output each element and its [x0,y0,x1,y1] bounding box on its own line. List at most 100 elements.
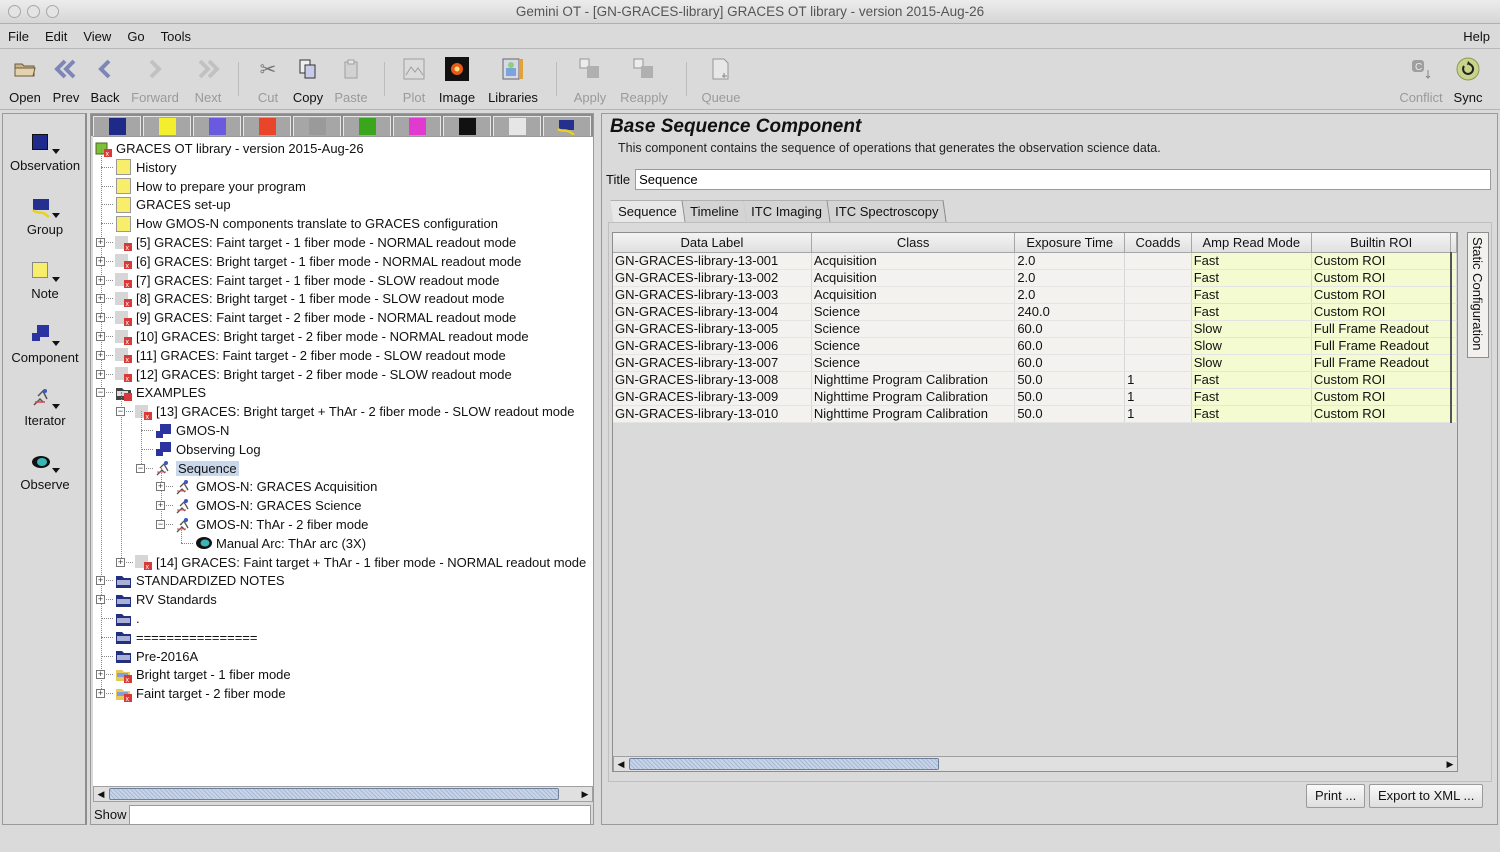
menu-tools[interactable]: Tools [153,29,199,44]
tree-sequence[interactable]: Sequence [155,459,239,478]
palette-observation[interactable]: Observation [3,132,87,173]
conflict-button[interactable]: C Conflict [1397,56,1445,105]
filter-white-button[interactable] [493,116,541,136]
show-filter-input[interactable] [129,804,591,825]
scroll-left-arrow[interactable]: ◀ [94,787,108,801]
menu-edit[interactable]: Edit [37,29,75,44]
column-header[interactable]: Exposure Time [1014,233,1126,253]
menu-help[interactable]: Help [1455,29,1500,44]
expand-toggle[interactable]: + [96,256,105,266]
filter-group-button[interactable] [543,116,591,136]
tree-observation[interactable]: x [9] GRACES: Faint target - 2 fiber mode… [115,308,516,327]
collapse-toggle[interactable]: − [116,407,125,417]
expand-toggle[interactable]: + [96,294,105,304]
scroll-right-arrow[interactable]: ▶ [1443,757,1457,771]
tree-group[interactable]: x Bright target - 1 fiber mode [115,665,291,684]
tree-note[interactable]: How to prepare your program [115,177,306,196]
filter-gray-button[interactable] [293,116,341,136]
print-button[interactable]: Print ... [1306,784,1366,808]
tree-note[interactable]: History [115,158,176,177]
column-header[interactable]: Amp Read Mode [1191,233,1312,253]
table-row[interactable]: GN-GRACES-library-13-002 Acquisition 2.0 Fa… [613,269,1457,287]
collapse-toggle[interactable]: − [96,388,105,398]
table-row[interactable]: GN-GRACES-library-13-008 Nighttime Progra… [613,371,1457,389]
expand-toggle[interactable]: + [96,275,105,285]
menu-view[interactable]: View [75,29,119,44]
filter-blue-button[interactable] [93,116,141,136]
tree-note[interactable]: GRACES set-up [115,195,231,214]
tree-observation[interactable]: x [14] GRACES: Faint target + ThAr - 1 fi… [135,553,586,572]
tree-horizontal-scrollbar[interactable]: ◀ ▶ [93,786,593,802]
next-button[interactable]: Next [184,56,232,105]
table-row[interactable]: GN-GRACES-library-13-006 Science 60.0 Slow F… [613,337,1457,355]
table-row[interactable]: GN-GRACES-library-13-001 Acquisition 2.0 Fa… [613,252,1457,270]
tree-root[interactable]: x GRACES OT library - version 2015-Aug-2… [95,139,364,158]
column-header[interactable]: Builtin ROI [1311,233,1452,253]
libraries-button[interactable]: Libraries [488,56,538,105]
image-button[interactable]: Image [433,56,481,105]
zoom-window-button[interactable] [46,5,59,18]
reapply-button[interactable]: Reapply [620,56,668,105]
collapse-toggle[interactable]: − [136,463,145,473]
expand-toggle[interactable]: + [96,670,105,680]
minimize-window-button[interactable] [27,5,40,18]
tree-note[interactable]: How GMOS-N components translate to GRACE… [115,214,498,233]
tree-folder[interactable]: STANDARDIZED NOTES [115,571,285,590]
tree-iterator[interactable]: GMOS-N: GRACES Science [175,496,361,515]
tab-timeline[interactable]: Timeline [682,200,747,222]
title-input[interactable] [635,169,1492,190]
column-header-overflow[interactable] [1450,233,1457,253]
palette-observe[interactable]: Observe [3,451,87,492]
tree-observation[interactable]: x [5] GRACES: Faint target - 1 fiber mode… [115,233,516,252]
palette-group[interactable]: Group [3,196,87,237]
tree-component-observing-log[interactable]: Observing Log [155,440,261,459]
tree-group[interactable]: x Faint target - 2 fiber mode [115,684,286,703]
paste-button[interactable]: Paste [327,56,375,105]
forward-button[interactable]: Forward [131,56,179,105]
tab-sequence[interactable]: Sequence [610,200,686,222]
tree-folder[interactable]: . [115,609,140,628]
tree-iterator[interactable]: GMOS-N: GRACES Acquisition [175,477,377,496]
back-button[interactable]: Back [81,56,129,105]
close-window-button[interactable] [8,5,21,18]
scrollbar-thumb[interactable] [109,788,559,800]
sync-button[interactable]: Sync [1444,56,1492,105]
collapse-toggle[interactable]: − [156,520,165,529]
tree-observation[interactable]: x [10] GRACES: Bright target - 2 fiber mo… [115,327,529,346]
plot-button[interactable]: Plot [390,56,438,105]
menu-go[interactable]: Go [119,29,152,44]
column-header[interactable]: Data Label [613,233,812,253]
tree-observation[interactable]: x [6] GRACES: Bright target - 1 fiber mod… [115,252,521,271]
scrollbar-thumb[interactable] [629,758,939,770]
expand-toggle[interactable]: + [116,557,125,567]
filter-yellow-button[interactable] [143,116,191,136]
export-xml-button[interactable]: Export to XML ... [1369,784,1484,808]
tree-folder-examples[interactable]: EXAMPLES [115,383,206,402]
tree-folder[interactable]: Pre-2016A [115,647,198,666]
column-header[interactable]: Coadds [1124,233,1192,253]
table-row[interactable]: GN-GRACES-library-13-007 Science 60.0 Slow F… [613,354,1457,372]
column-header[interactable]: Class [811,233,1016,253]
table-row[interactable]: GN-GRACES-library-13-003 Acquisition 2.0 Fa… [613,286,1457,304]
expand-toggle[interactable]: + [156,482,165,492]
palette-note[interactable]: Note [3,260,87,301]
expand-toggle[interactable]: + [96,689,105,699]
scroll-right-arrow[interactable]: ▶ [578,787,592,801]
expand-toggle[interactable]: + [156,501,165,511]
queue-button[interactable]: Queue [697,56,745,105]
table-horizontal-scrollbar[interactable]: ◀ ▶ [613,756,1457,771]
tree-folder[interactable]: ================ [115,628,257,647]
table-row[interactable]: GN-GRACES-library-13-010 Nighttime Progra… [613,405,1457,423]
copy-button[interactable]: Copy [284,56,332,105]
expand-toggle[interactable]: + [96,313,105,323]
tree-observation[interactable]: x [8] GRACES: Bright target - 1 fiber mod… [115,289,505,308]
expand-toggle[interactable]: + [96,576,105,586]
static-configuration-tab[interactable]: Static Configuration [1467,232,1489,358]
expand-toggle[interactable]: + [96,350,105,360]
tree-folder[interactable]: RV Standards [115,590,217,609]
palette-component[interactable]: Component [3,324,87,365]
palette-iterator[interactable]: Iterator [3,387,87,428]
table-row[interactable]: GN-GRACES-library-13-005 Science 60.0 Slow F… [613,320,1457,338]
tree-iterator[interactable]: GMOS-N: ThAr - 2 fiber mode [175,515,368,534]
expand-toggle[interactable]: + [96,595,105,605]
